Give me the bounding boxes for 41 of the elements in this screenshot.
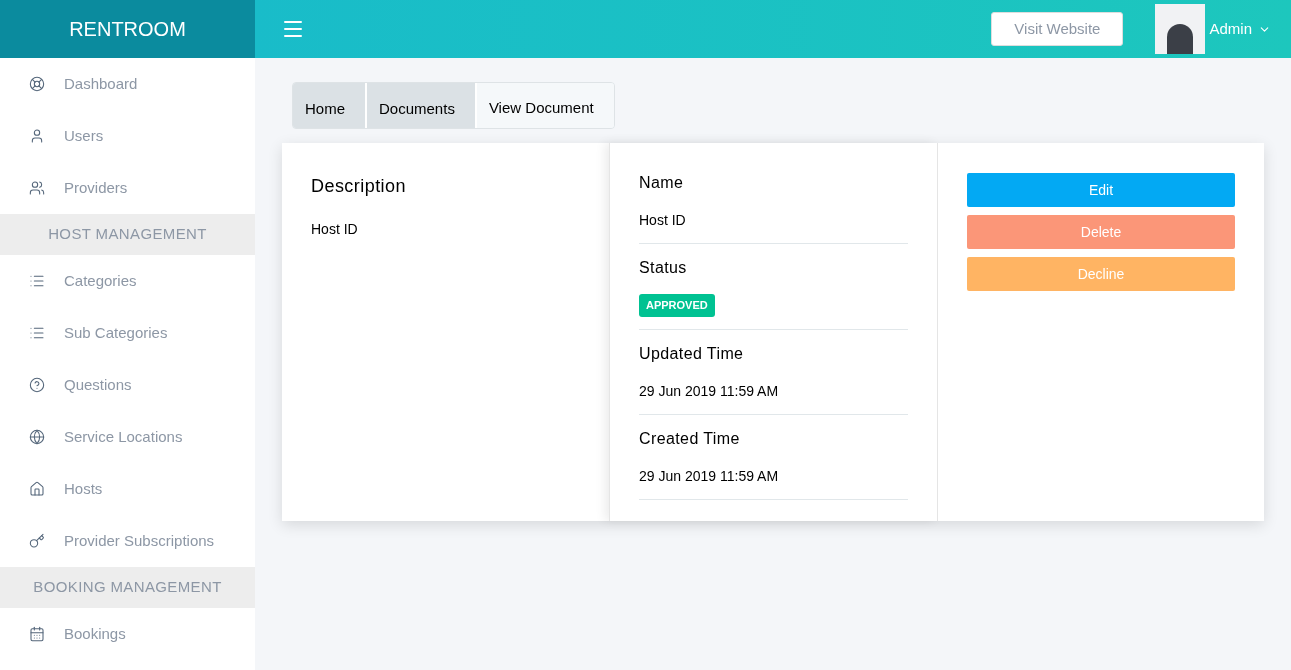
question-icon [29, 377, 45, 393]
list-icon [29, 325, 45, 341]
section-heading: BOOKING MANAGEMENT [0, 567, 255, 608]
sidebar-item[interactable]: Bookings [0, 608, 255, 660]
user-menu-button[interactable]: Admin [1209, 17, 1271, 41]
lifebuoy-icon [29, 76, 45, 92]
section-heading: HOST MANAGEMENT [0, 214, 255, 255]
field-value: 29 Jun 2019 11:59 AM [639, 381, 780, 401]
users-icon [29, 180, 45, 196]
globe-icon [29, 429, 45, 445]
sidebar-item[interactable]: Sub Categories [0, 307, 255, 359]
sidebar-item[interactable]: Dashboard [0, 58, 255, 110]
sidebar-item[interactable]: Providers [0, 162, 255, 214]
sidebar-item[interactable]: Provider Subscriptions [0, 515, 255, 567]
description-text: Host ID [311, 220, 359, 239]
status-badge: APPROVED [639, 294, 715, 317]
field-label: Updated Time [639, 343, 745, 364]
sidebar-item[interactable]: Hosts [0, 463, 255, 515]
action-button[interactable]: Decline [967, 257, 1235, 291]
action-button[interactable]: Delete [967, 215, 1235, 249]
breadcrumb-link[interactable]: Documents [367, 83, 477, 128]
field-label: Status [639, 258, 688, 278]
visit-website-button[interactable]: Visit Website [991, 12, 1124, 46]
brand-logo-text[interactable]: RENTROOM [69, 14, 186, 44]
calendar-icon [29, 626, 45, 642]
field-value: Host ID [639, 211, 687, 230]
field-label: Created Time [639, 428, 741, 449]
avatar-placeholder [1155, 4, 1206, 54]
key-icon [29, 533, 45, 549]
list-icon [29, 273, 45, 289]
field-label: Name [639, 173, 685, 193]
house-icon [29, 481, 45, 497]
action-button[interactable]: Edit [967, 173, 1235, 207]
sidebar-item[interactable]: Questions [0, 359, 255, 411]
field-value: 29 Jun 2019 11:59 AM [639, 466, 780, 486]
sidebar-item[interactable]: Users [0, 110, 255, 162]
sidebar-item[interactable]: Categories [0, 255, 255, 307]
sidebar-item[interactable]: Service Locations [0, 411, 255, 463]
user-icon [29, 128, 45, 144]
breadcrumb-link[interactable]: Home [293, 83, 367, 128]
card-title: Description [311, 175, 407, 198]
